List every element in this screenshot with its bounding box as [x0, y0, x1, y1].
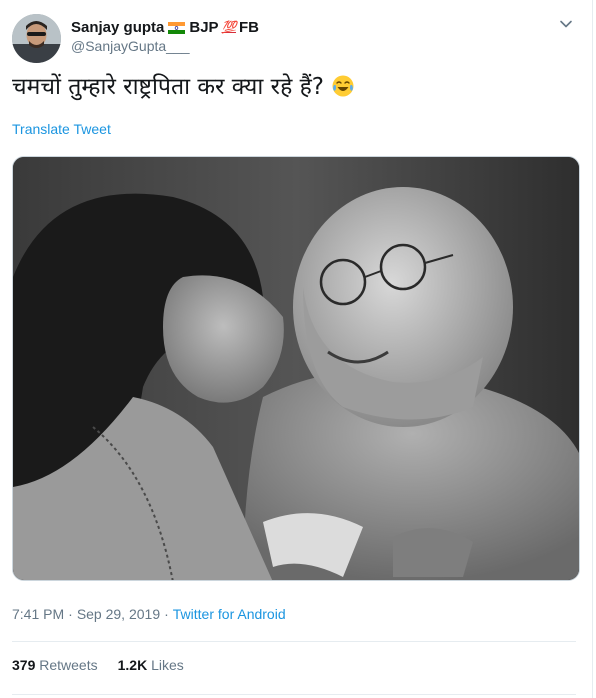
tweet-source-link[interactable]: Twitter for Android: [173, 606, 286, 622]
tweet-date[interactable]: Sep 29, 2019: [77, 606, 160, 622]
tweet-metadata: 7:41 PM · Sep 29, 2019 · Twitter for And…: [12, 606, 286, 622]
india-flag-icon: [168, 21, 186, 34]
tweet-text-body: चमचों तुम्हारे राष्ट्रपिता कर क्या रहे ह…: [12, 74, 325, 100]
translate-tweet-link[interactable]: Translate Tweet: [12, 121, 111, 137]
tweet-time[interactable]: 7:41 PM: [12, 606, 64, 622]
display-name[interactable]: Sanjay gupta: [71, 19, 164, 36]
tweet-photo[interactable]: [12, 156, 580, 581]
user-handle[interactable]: @SanjayGupta___: [71, 38, 190, 54]
retweets-count: 379: [12, 657, 36, 673]
avatar[interactable]: [12, 14, 61, 63]
meta-separator: ·: [164, 606, 169, 622]
chevron-down-icon[interactable]: [558, 16, 574, 32]
tweet-container: Sanjay gupta BJP 💯 FB @SanjayGupta___ चम…: [0, 0, 593, 698]
divider: [12, 641, 576, 642]
divider: [12, 694, 576, 695]
name-tail-text: FB: [239, 18, 259, 36]
tweet-text: चमचों तुम्हारे राष्ट्रपिता कर क्या रहे ह…: [12, 72, 355, 102]
face-with-tears-of-joy-icon: [331, 74, 355, 98]
likes-count: 1.2K: [117, 657, 148, 673]
retweets-stat[interactable]: 379 Retweets: [12, 657, 98, 673]
meta-separator: ·: [68, 606, 73, 622]
author-name-line[interactable]: Sanjay gupta BJP 💯 FB: [71, 17, 259, 37]
likes-label: Likes: [151, 657, 184, 673]
name-suffix: BJP 💯 FB: [189, 19, 259, 36]
retweets-label: Retweets: [39, 657, 98, 673]
likes-stat[interactable]: 1.2K Likes: [118, 657, 184, 673]
tweet-stats: 379 Retweets 1.2K Likes: [12, 657, 184, 673]
hundred-points-icon: 💯: [221, 20, 237, 34]
name-suffix-text: BJP: [189, 18, 219, 36]
